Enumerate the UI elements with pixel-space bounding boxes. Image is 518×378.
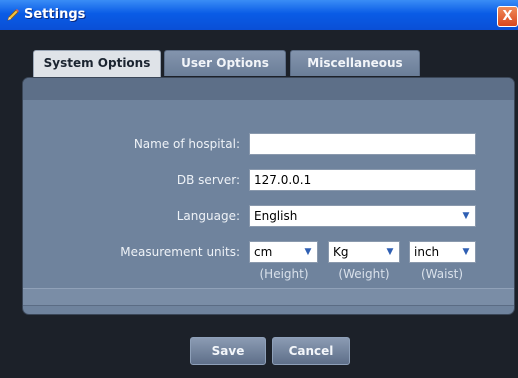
close-button[interactable]: X xyxy=(497,6,518,27)
chevron-down-icon[interactable]: ▼ xyxy=(301,245,315,259)
weight-unit-value: Kg xyxy=(333,245,349,259)
window-title: Settings xyxy=(24,7,86,22)
language-select[interactable]: English ▼ xyxy=(249,205,476,227)
db-server-input[interactable]: 127.0.0.1 xyxy=(249,169,476,191)
tab-system-options[interactable]: System Options xyxy=(33,50,161,78)
tab-miscellaneous[interactable]: Miscellaneous xyxy=(290,50,420,76)
weight-caption: (Weight) xyxy=(338,267,390,281)
waist-caption: (Waist) xyxy=(420,267,464,281)
settings-window: Settings X System Options User Options M… xyxy=(0,0,518,378)
height-unit-value: cm xyxy=(254,245,273,259)
height-caption: (Height) xyxy=(259,267,309,281)
language-label: Language: xyxy=(176,209,240,223)
measurement-units-label: Measurement units: xyxy=(120,245,240,259)
title-bar[interactable]: Settings X xyxy=(0,0,518,30)
hospital-name-input[interactable] xyxy=(249,133,476,155)
panel-footer-band xyxy=(23,288,514,306)
db-server-label: DB server: xyxy=(176,173,240,187)
chevron-down-icon[interactable]: ▼ xyxy=(383,245,397,259)
waist-unit-value: inch xyxy=(414,245,440,259)
chevron-down-icon[interactable]: ▼ xyxy=(459,245,473,259)
height-unit-select[interactable]: cm ▼ xyxy=(249,241,318,263)
settings-pencil-icon xyxy=(7,9,19,21)
waist-unit-select[interactable]: inch ▼ xyxy=(409,241,476,263)
tab-user-options[interactable]: User Options xyxy=(164,50,286,76)
weight-unit-select[interactable]: Kg ▼ xyxy=(328,241,400,263)
save-button[interactable]: Save xyxy=(190,337,266,365)
chevron-down-icon[interactable]: ▼ xyxy=(459,209,473,223)
hospital-name-label: Name of hospital: xyxy=(133,137,240,151)
panel-header-band xyxy=(23,78,514,100)
language-select-value: English xyxy=(254,209,298,223)
cancel-button[interactable]: Cancel xyxy=(272,337,350,365)
